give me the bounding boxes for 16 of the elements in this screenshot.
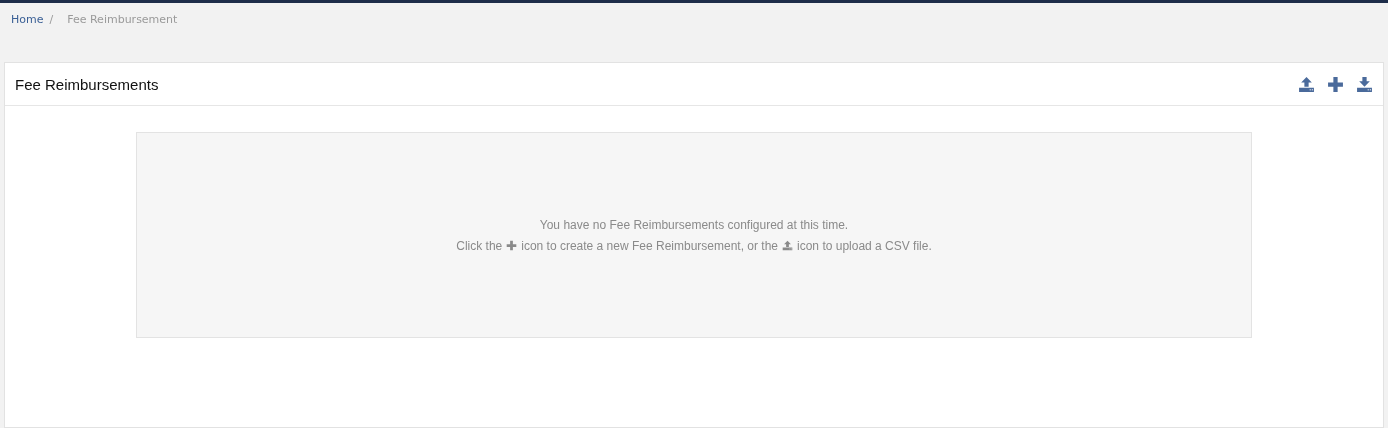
download-icon <box>1356 75 1373 93</box>
add-icon <box>506 240 518 251</box>
hint-text: icon to upload a CSV file. <box>797 238 932 253</box>
upload-button[interactable] <box>1298 75 1315 93</box>
add-icon <box>1327 75 1344 93</box>
hint-text: icon to create a new Fee Reimbursement, or the <box>521 238 779 253</box>
hint-text: Click the <box>456 238 503 253</box>
panel-title: Fee Reimbursements <box>15 75 159 93</box>
breadcrumb-separator: / <box>49 12 54 26</box>
add-button[interactable] <box>1327 75 1344 93</box>
breadcrumb-current: Fee Reimbursement <box>67 12 178 26</box>
breadcrumb-link[interactable]: Home <box>11 12 44 26</box>
upload-icon <box>1298 75 1315 93</box>
download-button[interactable] <box>1356 75 1373 93</box>
upload-icon <box>782 240 794 251</box>
empty-message: You have no Fee Reimbursements configured at this time. <box>539 217 849 232</box>
